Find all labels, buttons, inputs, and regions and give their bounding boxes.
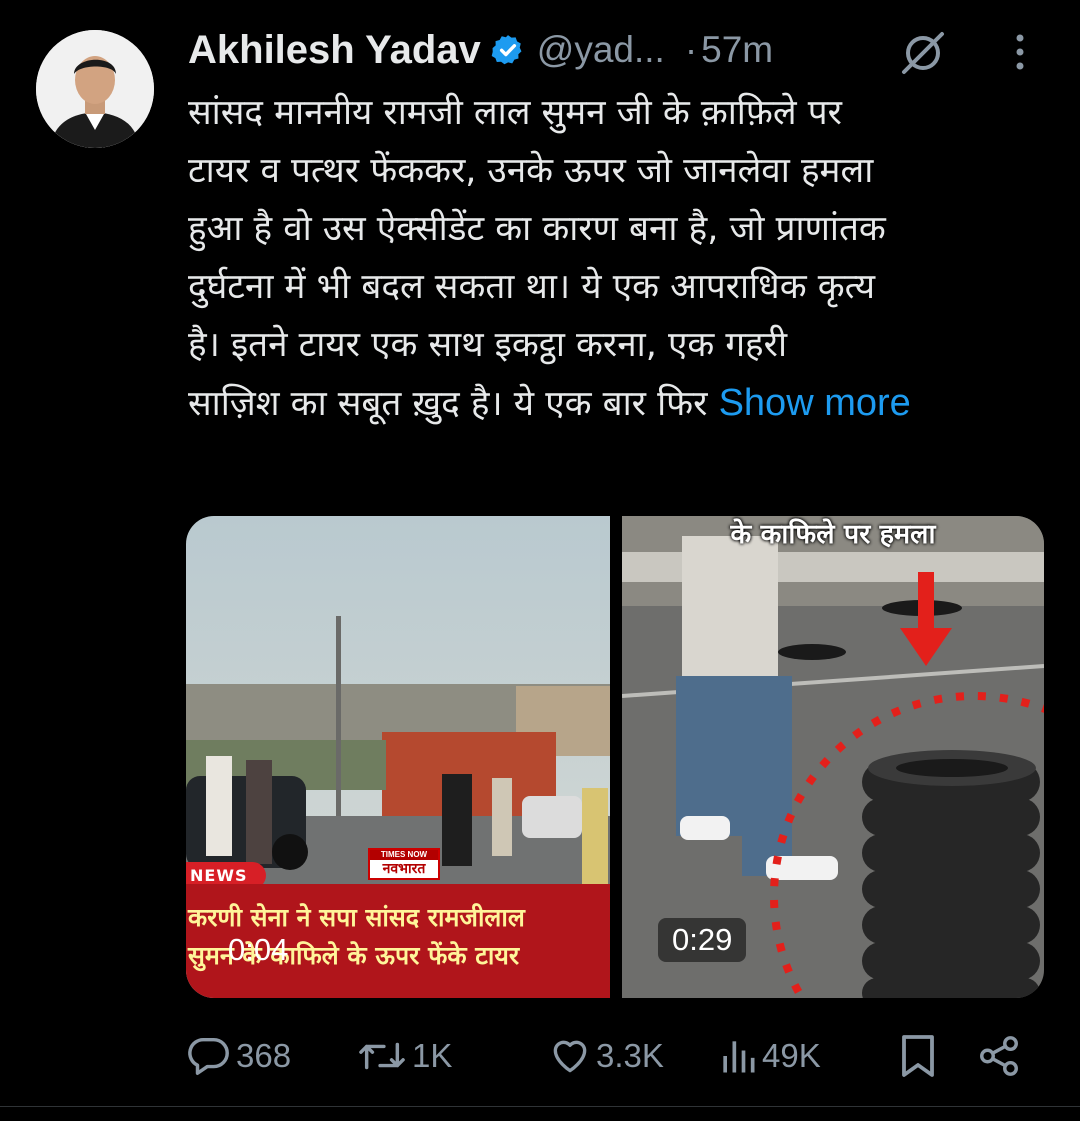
tweet-action-bar: 368 1K 3.3K 49K: [186, 1024, 1046, 1088]
tweet-text-line: है। इतने टायर एक साथ इकट्ठा करना, एक गहर…: [188, 325, 788, 365]
channel-logo: TIMES NOW नवभारत: [368, 848, 440, 880]
avatar-image: [36, 30, 154, 148]
verified-badge-icon: [491, 35, 522, 65]
views-button[interactable]: 49K: [718, 1024, 821, 1088]
bookmark-icon: [902, 1035, 934, 1077]
video-banner-right: के काफिले पर हमला: [730, 519, 936, 550]
tweet-text-line: दुर्घटना में भी बदल सकता था। ये एक आपराध…: [188, 267, 876, 307]
tweet-timestamp[interactable]: 57m: [701, 29, 773, 71]
views-icon: [723, 1041, 755, 1073]
reply-icon: [188, 1037, 229, 1075]
like-icon: [553, 1040, 587, 1073]
author-avatar[interactable]: [36, 30, 154, 148]
views-count: 49K: [762, 1037, 821, 1074]
more-vertical-icon[interactable]: [1008, 30, 1032, 74]
tweet-text-line-last: साज़िश का सबूत ख़ुद है। ये एक बार फिर Sh…: [188, 374, 1058, 433]
video-thumbnail-left[interactable]: NEWS TIMES NOW नवभारत करणी सेना ने सपा स…: [186, 516, 610, 998]
tweet-media: NEWS TIMES NOW नवभारत करणी सेना ने सपा स…: [186, 516, 1044, 998]
author-name[interactable]: Akhilesh Yadav: [188, 28, 481, 73]
channel-logo-bottom: नवभारत: [382, 861, 426, 877]
retweet-button[interactable]: 1K: [356, 1024, 452, 1088]
tweet-text-line: टायर व पत्थर फेंककर, उनके ऊपर जो जानलेवा…: [188, 151, 874, 191]
header-separator: ·: [684, 29, 698, 70]
retweet-icon: [359, 1042, 405, 1070]
bookmark-button[interactable]: [896, 1024, 940, 1088]
video-thumbnail-right[interactable]: के काफिले पर हमला 0:29: [622, 516, 1044, 998]
grok-icon[interactable]: [898, 28, 948, 78]
show-more-link[interactable]: Show more: [719, 382, 911, 424]
reply-count: 368: [236, 1037, 292, 1074]
video-duration-right: 0:29: [658, 918, 747, 962]
retweet-count: 1K: [412, 1037, 453, 1074]
like-count: 3.3K: [596, 1037, 664, 1074]
like-button[interactable]: 3.3K: [548, 1024, 664, 1088]
share-button[interactable]: [976, 1024, 1022, 1088]
reply-button[interactable]: 368: [186, 1024, 291, 1088]
tweet-text-line: सांसद माननीय रामजी लाल सुमन जी के क़ाफ़ि…: [188, 93, 842, 133]
author-handle[interactable]: @yad...: [537, 29, 665, 71]
tweet-text: सांसद माननीय रामजी लाल सुमन जी के क़ाफ़ि…: [188, 84, 1058, 433]
tweet-header: Akhilesh Yadav @yad... · 57m: [188, 24, 773, 76]
share-icon: [980, 1036, 1018, 1076]
channel-logo-top: TIMES NOW: [370, 850, 438, 860]
tweet-divider: [0, 1106, 1080, 1107]
video-duration-left: 0:04: [228, 932, 289, 967]
tweet-text-line: हुआ है वो उस ऐक्सीडेंट का कारण बना है, ज…: [188, 209, 886, 249]
tweet-text-line: साज़िश का सबूत ख़ुद है। ये एक बार फिर: [188, 384, 708, 424]
